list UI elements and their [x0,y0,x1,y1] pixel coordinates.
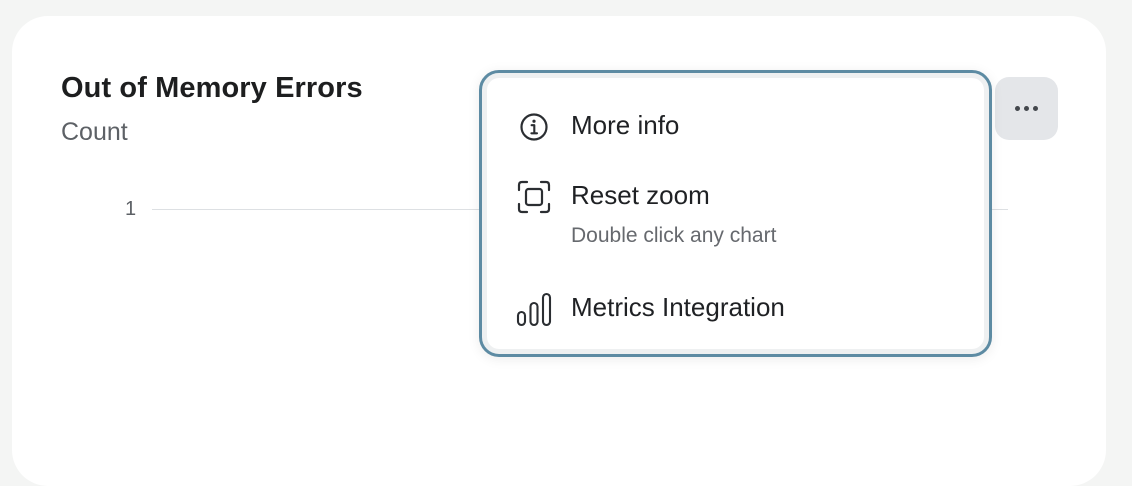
menu-item-label: Metrics Integration [571,292,785,322]
menu-item-hint: Double click any chart [571,224,777,247]
menu-item-metrics-integration[interactable]: Metrics Integration [482,277,989,339]
bar-chart-icon [516,292,552,328]
y-axis-tick-label: 1 [125,198,137,220]
menu-item-label: Reset zoom [571,180,710,210]
menu-item-reset-zoom[interactable]: Reset zoom Double click any chart [482,169,989,265]
chart-subtitle: Count [61,118,128,146]
more-options-button[interactable] [995,77,1058,140]
options-menu: More info Reset zoom Double click any ch… [479,70,992,357]
reset-zoom-icon [516,179,552,215]
menu-item-label: More info [571,110,680,140]
info-icon [516,109,552,145]
menu-item-more-info[interactable]: More info [482,95,989,157]
ellipsis-icon [1013,106,1040,111]
chart-title: Out of Memory Errors [61,72,363,104]
